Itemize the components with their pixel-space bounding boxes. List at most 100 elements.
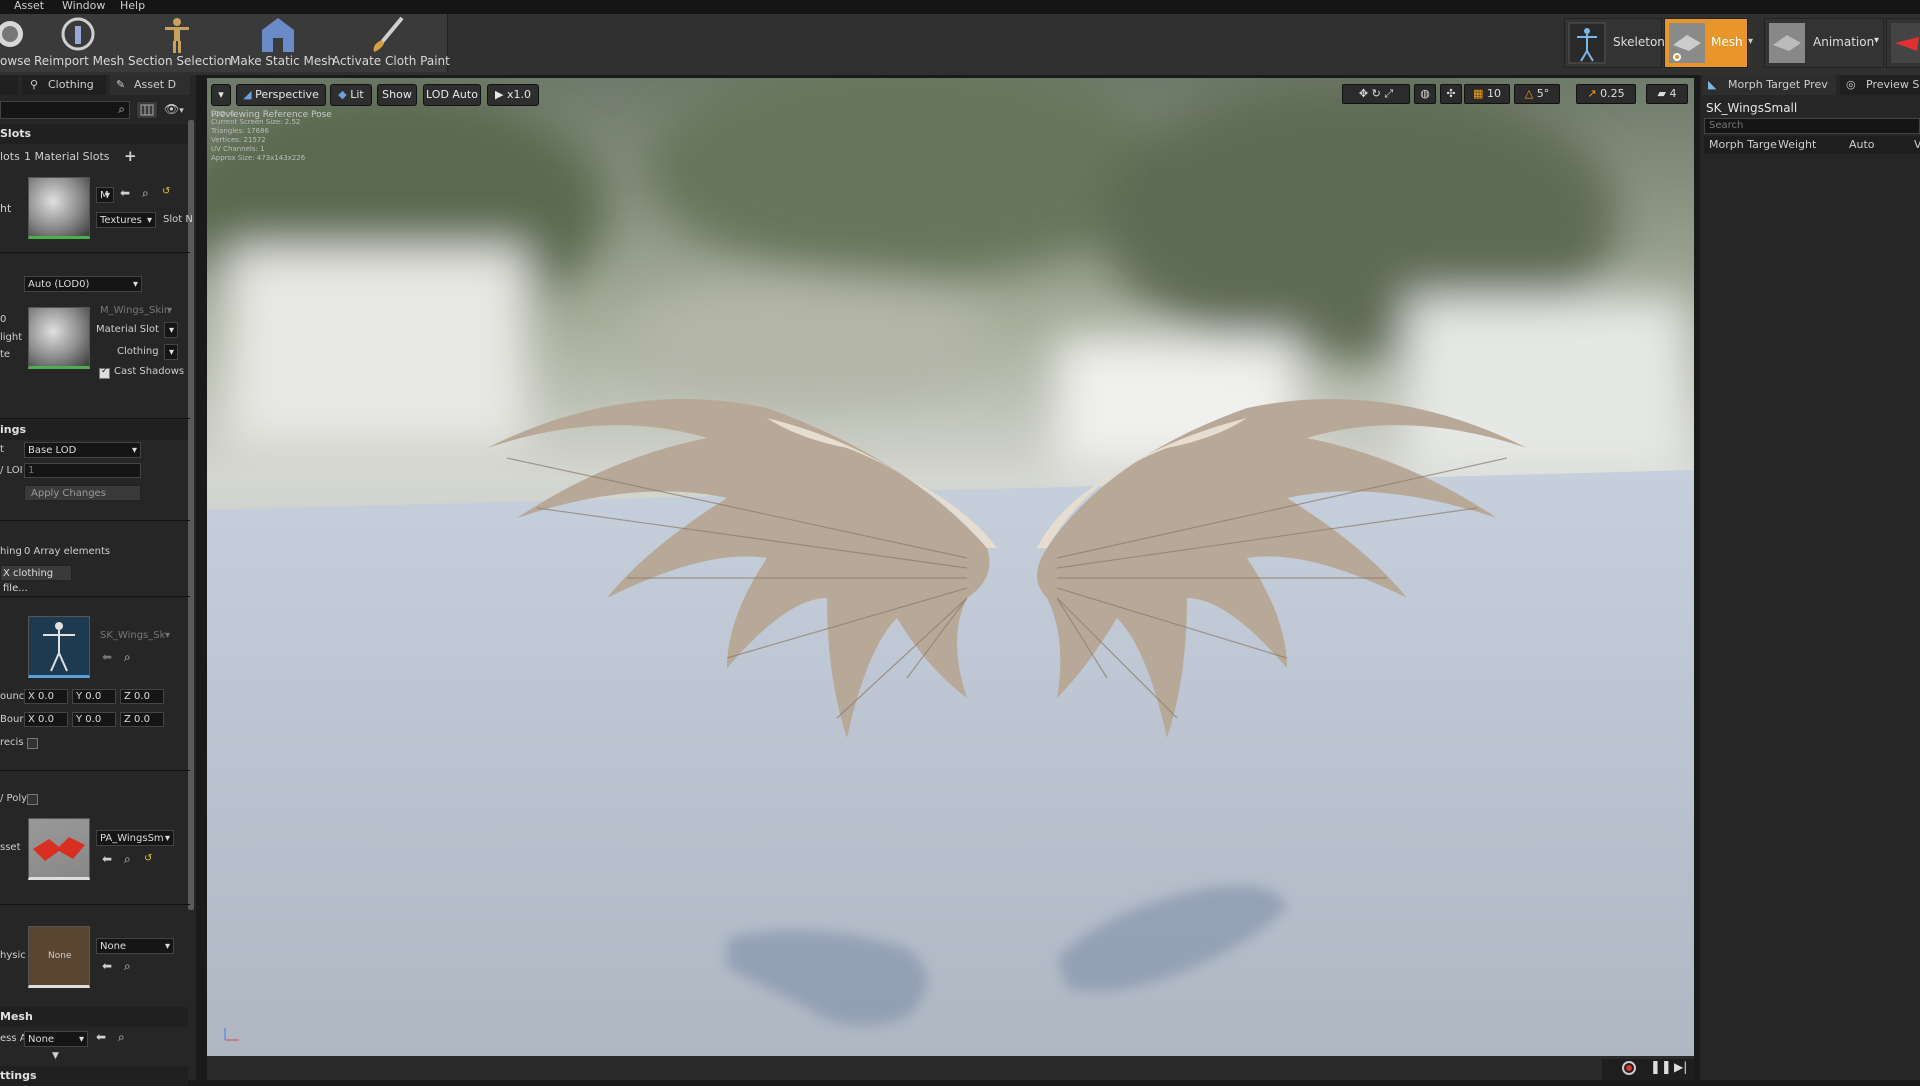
browse-search-icon[interactable]: ⌕ [124,650,131,665]
shadow-physics-dropdown[interactable]: None [96,938,174,954]
precision-checkbox[interactable] [27,738,38,749]
browse-button[interactable]: owse [0,14,31,72]
pause-icon[interactable]: ❚❚ [1650,1060,1672,1075]
use-selected-arrow-icon[interactable]: ⬅ [96,1030,106,1044]
menu-help[interactable]: Help [120,0,145,12]
browse-search-icon[interactable]: ⌕ [142,186,149,201]
bounds-y-field[interactable]: Y 0.0 [72,712,116,727]
morph-search-input[interactable]: Search [1704,118,1920,134]
divider [0,770,190,771]
use-selected-arrow-icon[interactable]: ⬅ [102,650,112,664]
camera-speed-control[interactable]: ▰ 4 [1646,84,1688,104]
reset-icon[interactable]: ↺ [162,186,170,197]
physics-wings-icon [33,837,85,861]
activate-cloth-paint-button[interactable]: Activate Cloth Paint [332,14,450,72]
browse-search-icon[interactable]: ⌕ [118,1030,125,1045]
column-morph-target[interactable]: Morph Targe [1709,138,1777,151]
use-selected-arrow-icon[interactable]: ⬅ [102,852,112,866]
material-slot-dropdown[interactable] [164,322,178,338]
cast-shadows-checkbox[interactable]: ✓ [99,366,110,379]
viewport[interactable] [207,78,1694,1080]
bounds-x-field[interactable]: X 0.0 [24,689,68,704]
none-asset-thumbnail[interactable]: None [28,926,90,988]
material-side-label: ht [0,202,12,215]
poly-checkbox[interactable] [27,794,38,805]
show-button[interactable]: Show [377,84,417,106]
bounds-z-field[interactable]: Z 0.0 [120,689,164,704]
rotation-snap-icon: △ [1524,87,1534,100]
rotation-snap-control[interactable]: △ 5° [1514,84,1560,104]
lit-button[interactable]: ◆ Lit [330,84,372,106]
tab-clothing[interactable]: ⚲ Clothing [22,75,106,95]
physics-asset-thumbnail[interactable] [28,818,90,880]
record-button[interactable] [1622,1061,1636,1075]
bounds-z-field[interactable]: Z 0.0 [120,712,164,727]
column-auto[interactable]: Auto [1849,138,1875,151]
transform-tools-group: ✥ ↻ ⤢ [1342,84,1410,104]
rotate-icon[interactable]: ↻ [1372,87,1381,100]
lod-material-dropdown[interactable]: M_Wings_Skin [96,302,176,318]
bounds-y-field[interactable]: Y 0.0 [72,689,116,704]
physics-asset-dropdown[interactable]: PA_WingsSm [96,830,174,846]
tab-prev[interactable] [0,75,18,95]
mesh-section-header[interactable]: Mesh [0,1007,188,1027]
tab-asset-details[interactable]: ✎ Asset D [110,75,190,95]
tab-morph-target-preview[interactable]: ◣ Morph Target Prev [1702,75,1836,95]
property-matrix-button[interactable] [136,101,158,119]
expand-more-icon[interactable]: ▼ [52,1051,59,1061]
lod-auto-button[interactable]: LOD Auto [423,84,481,106]
step-forward-icon[interactable]: ▶| [1674,1060,1687,1074]
menu-window[interactable]: Window [62,0,105,12]
column-v[interactable]: V [1914,138,1920,151]
viewport-options-button[interactable]: ▾ [211,84,231,106]
browse-search-icon[interactable]: ⌕ [124,959,131,974]
mesh-section-dropdown[interactable]: None [24,1031,88,1047]
base-lod-dropdown[interactable]: Base LOD [24,442,141,458]
poly-label: / Poly [0,793,28,804]
column-weight[interactable]: Weight [1778,138,1816,151]
section-selection-button[interactable]: Section Selection [128,14,232,72]
lod-count-field[interactable]: 1 [24,463,141,478]
skeleton-asset-dropdown[interactable]: SK_Wings_Sk [96,627,174,643]
camera-icon: ▰ [1657,87,1666,100]
material-slots-header[interactable]: Slots [0,124,188,144]
perspective-button[interactable]: ◢ Perspective [236,84,326,106]
tab-preview-scene[interactable]: ◎ Preview S [1840,75,1920,95]
make-static-mesh-button[interactable]: Make Static Mesh [230,14,335,72]
mode-mesh-button[interactable]: Mesh [1664,18,1748,68]
view-options-button[interactable]: 👁▾ [164,102,192,118]
details-scrollbar[interactable] [188,120,194,910]
mode-physics-button[interactable] [1886,18,1920,68]
mode-skeleton-button[interactable]: Skeleton [1564,18,1665,68]
move-icon[interactable]: ✥ [1359,87,1368,100]
use-selected-arrow-icon[interactable]: ⬅ [120,186,130,200]
mesh-mode-dropdown[interactable]: ▾ [1748,36,1760,50]
material-picker-dropdown[interactable]: M [96,187,114,203]
details-search-input[interactable]: ⌕ [0,101,130,119]
world-local-toggle[interactable]: ◍ [1414,84,1436,104]
clothing-dropdown[interactable] [164,344,178,360]
playback-speed-button[interactable]: ▶ x1.0 [487,84,539,106]
scale-icon[interactable]: ⤢ [1384,87,1393,100]
lod-settings-header[interactable]: ings [0,420,188,440]
animation-mode-dropdown[interactable]: ▾ [1874,35,1879,46]
add-material-slot-button[interactable]: + [124,147,137,165]
apply-changes-button[interactable]: Apply Changes [24,485,141,501]
import-clothing-file-button[interactable]: X clothing file... [0,565,72,594]
surface-snap-toggle[interactable]: ✣ [1440,84,1462,104]
mode-animation-button[interactable]: Animation ▾ [1764,18,1884,68]
settings-header[interactable]: ttings [0,1066,188,1086]
skeleton-thumbnail[interactable] [28,616,90,678]
reset-icon[interactable]: ↺ [144,853,152,864]
scale-snap-control[interactable]: ↗ 0.25 [1576,84,1636,104]
bounds-x-field[interactable]: X 0.0 [24,712,68,727]
lod-material-thumbnail[interactable] [28,307,90,369]
material-thumbnail[interactable] [28,177,90,239]
menu-asset[interactable]: Asset [14,0,44,12]
browse-search-icon[interactable]: ⌕ [124,852,131,867]
use-selected-arrow-icon[interactable]: ⬅ [102,959,112,973]
lod-select-dropdown[interactable]: Auto (LOD0) [24,276,142,292]
textures-dropdown[interactable]: Textures [96,212,156,228]
grid-snap-control[interactable]: ▦ 10 [1464,84,1510,104]
reimport-mesh-button[interactable]: Reimport Mesh [34,14,124,72]
